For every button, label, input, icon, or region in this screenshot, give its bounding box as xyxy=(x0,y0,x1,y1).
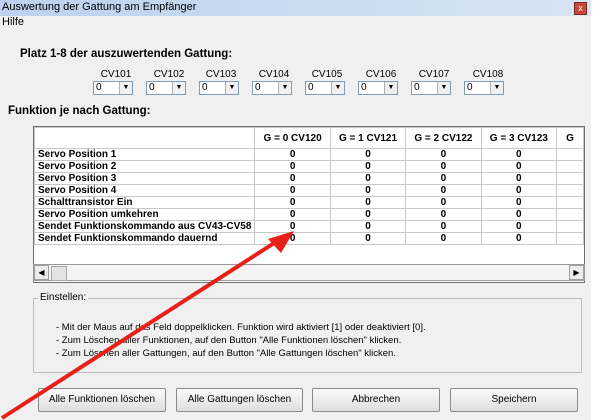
arrow-shaft xyxy=(0,236,284,420)
arrow-head xyxy=(268,231,294,253)
annotation-arrow xyxy=(0,231,294,420)
